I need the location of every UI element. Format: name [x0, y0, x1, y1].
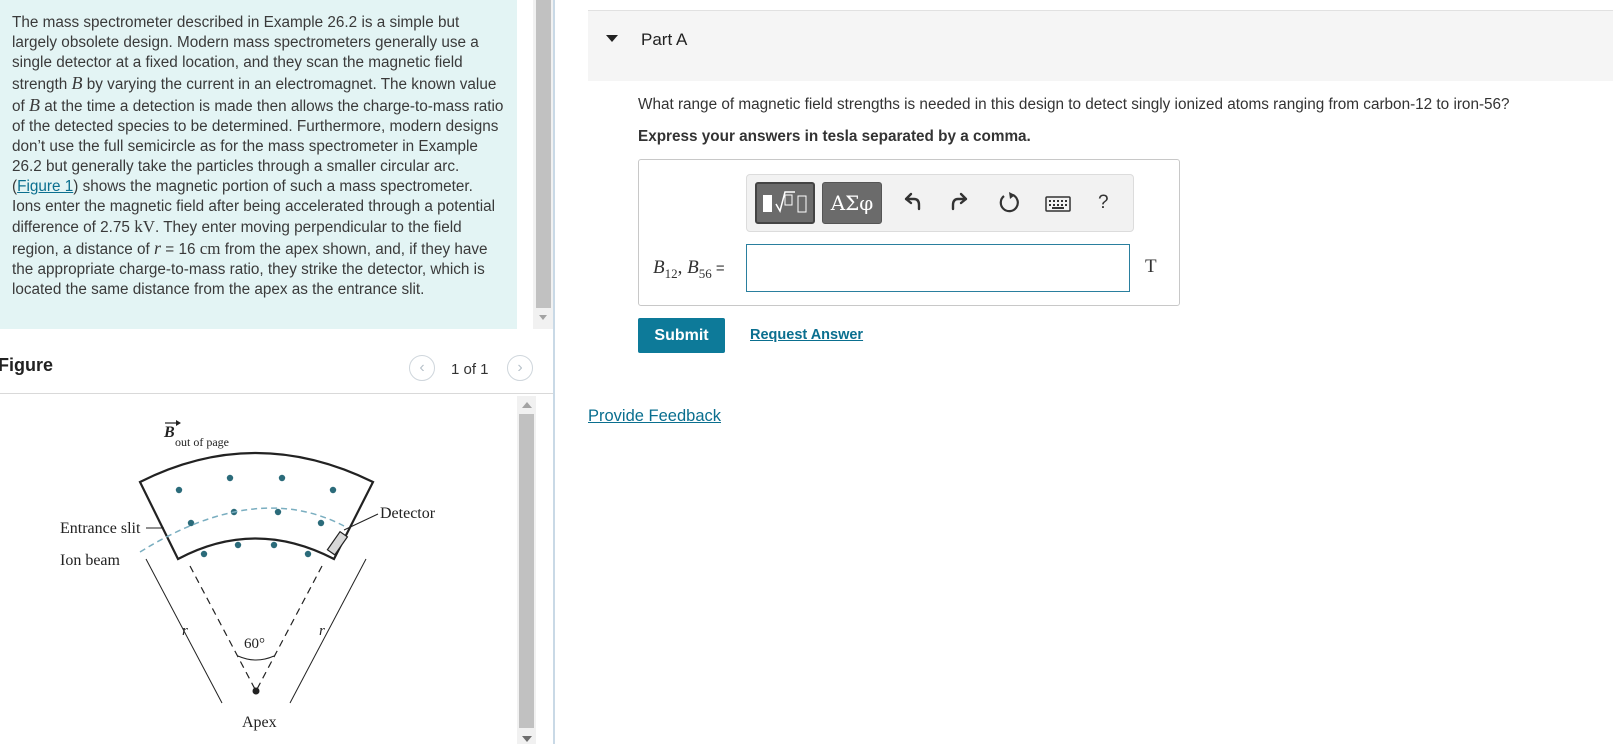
- equation-label: B12, B56 =: [653, 257, 725, 282]
- field-dot: [317, 519, 325, 527]
- entrance-slit-label: Entrance slit: [60, 520, 141, 537]
- radial-line-left: [189, 565, 257, 692]
- problem-scrollbar-thumb[interactable]: [536, 0, 551, 308]
- pane-divider[interactable]: [553, 0, 555, 744]
- kv-unit: kV: [134, 217, 155, 236]
- undo-icon[interactable]: [900, 190, 924, 214]
- redo-icon[interactable]: [948, 190, 972, 214]
- figure-scrollbar-thumb[interactable]: [519, 414, 534, 728]
- part-a-header[interactable]: [588, 10, 1613, 81]
- angle-arc: [237, 655, 275, 661]
- b-field-subscript: out of page: [175, 435, 229, 449]
- eq-symbol: B: [653, 257, 665, 278]
- detector-leader-line: [343, 513, 379, 531]
- answer-input[interactable]: [746, 244, 1130, 292]
- submit-button[interactable]: Submit: [638, 318, 725, 353]
- reset-icon[interactable]: [997, 190, 1021, 216]
- r-label-left: r: [182, 623, 188, 639]
- ion-beam-label: Ion beam: [60, 552, 121, 569]
- field-dot: [234, 541, 242, 549]
- b-field-symbol: B: [163, 424, 175, 441]
- figure-title: Figure: [0, 355, 54, 375]
- apex-label: Apex: [242, 714, 277, 731]
- field-dot: [187, 519, 195, 527]
- scroll-up-arrow-icon[interactable]: [522, 402, 532, 408]
- eq-separator: ,: [677, 257, 688, 278]
- eq-equals: =: [711, 260, 725, 277]
- apex-point: [252, 687, 260, 695]
- r-label-right: r: [319, 623, 325, 639]
- problem-statement: The mass spectrometer described in Examp…: [0, 0, 517, 329]
- eq-symbol: B: [687, 257, 699, 278]
- field-dot: [278, 474, 286, 482]
- field-dots: [175, 474, 337, 558]
- figure-next-button[interactable]: ›: [507, 355, 533, 381]
- part-title[interactable]: Part A: [641, 30, 687, 50]
- figure-prev-button[interactable]: ‹: [409, 355, 435, 381]
- mass-spectrometer-figure: B out of page Detector Entrance slit Ion…: [60, 420, 436, 731]
- caret-down-icon[interactable]: [606, 35, 618, 42]
- figure-divider: [0, 393, 553, 394]
- request-answer-link[interactable]: Request Answer: [750, 327, 863, 343]
- greek-letters-icon: ΑΣφ: [830, 191, 874, 215]
- vector-arrowhead-icon: [176, 420, 181, 426]
- unit-label: T: [1145, 256, 1157, 277]
- field-dot: [329, 486, 337, 494]
- scroll-down-arrow-icon[interactable]: [522, 736, 532, 742]
- templates-icon: [763, 191, 807, 213]
- eq-subscript: 56: [698, 265, 712, 281]
- r-symbol: r: [154, 238, 162, 258]
- instructions-text: Express your answers in tesla separated …: [638, 128, 1031, 145]
- b-symbol: B: [71, 73, 83, 93]
- angle-label: 60°: [244, 636, 265, 652]
- chevron-left-icon: ‹: [419, 359, 425, 376]
- field-dot: [270, 541, 278, 549]
- figure-link[interactable]: Figure 1: [17, 178, 73, 195]
- field-dot: [175, 486, 183, 494]
- cm-unit: cm: [199, 239, 221, 258]
- keyboard-icon[interactable]: [1045, 195, 1071, 213]
- field-dot: [200, 550, 208, 558]
- scroll-down-arrow-icon[interactable]: [539, 315, 547, 320]
- field-dot: [226, 474, 234, 482]
- field-dot: [304, 550, 312, 558]
- b-symbol: B: [29, 95, 41, 115]
- r-dimension-right: [289, 558, 367, 704]
- help-icon: ?: [1098, 192, 1109, 213]
- detector-box: [326, 530, 349, 556]
- detector-label: Detector: [380, 505, 436, 522]
- field-dot: [274, 508, 282, 516]
- figure-counter: 1 of 1: [451, 361, 489, 378]
- eq-subscript: 12: [664, 265, 678, 281]
- problem-text: = 16: [161, 241, 200, 258]
- left-pane: The mass spectrometer described in Examp…: [0, 0, 553, 744]
- provide-feedback-link[interactable]: Provide Feedback: [588, 407, 721, 426]
- radial-line-right: [255, 565, 323, 692]
- templates-button[interactable]: [755, 182, 815, 224]
- help-button[interactable]: ?: [1098, 192, 1109, 214]
- chevron-right-icon: ›: [517, 359, 523, 376]
- greek-letters-button[interactable]: ΑΣφ: [822, 182, 882, 224]
- question-text: What range of magnetic field strengths i…: [638, 96, 1510, 113]
